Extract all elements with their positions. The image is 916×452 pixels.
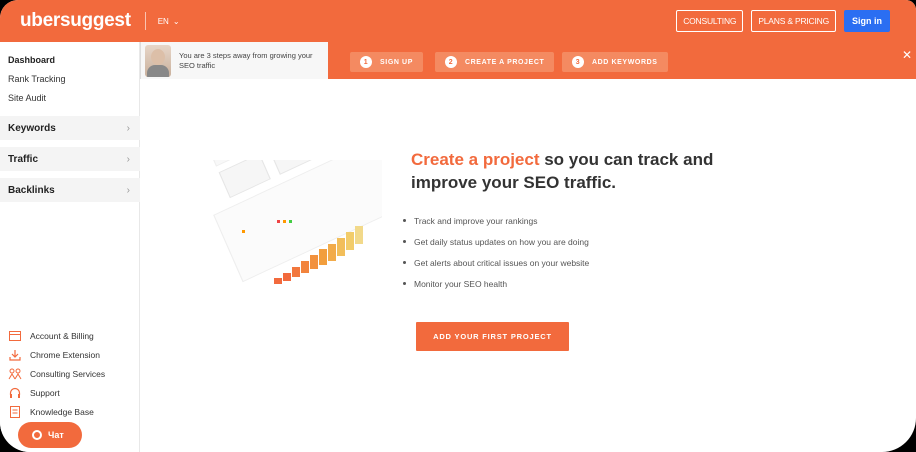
bullet-dot (403, 282, 406, 285)
step-add-keywords[interactable]: 3 ADD KEYWORDS (562, 52, 668, 72)
chevron-right-icon: › (126, 184, 130, 196)
list-item-text: Monitor your SEO health (414, 278, 508, 289)
sidebar-item-dashboard[interactable]: Dashboard (8, 55, 55, 65)
sidebar-item-site-audit[interactable]: Site Audit (8, 93, 46, 103)
sidebar-item-rank-tracking[interactable]: Rank Tracking (8, 74, 66, 84)
plans-pricing-button[interactable]: PLANS & PRICING (751, 10, 836, 32)
section-label: Keywords (8, 122, 56, 134)
sidebar-item-label: Consulting Services (30, 368, 106, 379)
sidebar-item-label: Chrome Extension (30, 349, 100, 360)
close-icon[interactable]: ✕ (902, 48, 912, 62)
chevron-down-icon: ⌄ (172, 16, 180, 26)
section-label: Traffic (8, 153, 39, 165)
sidebar-item-label: Knowledge Base (30, 406, 94, 417)
banner-text: You are 3 steps away from growing your S… (179, 50, 313, 70)
credit-card-icon (8, 330, 22, 342)
top-navbar: ubersuggest EN ⌄ CONSULTING PLANS & PRIC… (0, 0, 916, 42)
consulting-button[interactable]: CONSULTING (676, 10, 744, 32)
step-sign-up[interactable]: 1 SIGN UP (350, 52, 423, 72)
avatar (145, 44, 171, 77)
sidebar-section-traffic[interactable]: Traffic › (0, 147, 140, 171)
step-number: 2 (445, 56, 457, 68)
download-icon (8, 349, 22, 361)
chat-button[interactable]: Чат (18, 422, 82, 448)
people-icon (8, 368, 22, 380)
step-label: ADD KEYWORDS (592, 58, 658, 66)
list-item: Monitor your SEO health (403, 273, 589, 294)
onboarding-banner: You are 3 steps away from growing your S… (140, 42, 916, 79)
bullet-dot (403, 219, 406, 222)
sidebar-item-label: Support (30, 387, 60, 398)
chevron-right-icon: › (126, 122, 130, 134)
bullet-dot (403, 240, 406, 243)
sidebar-section-keywords[interactable]: Keywords › (0, 116, 140, 140)
language-selector[interactable]: EN ⌄ (158, 17, 180, 26)
list-item-text: Get daily status updates on how you are … (414, 236, 589, 247)
logo[interactable]: ubersuggest (20, 10, 131, 32)
list-item: Track and improve your rankings (403, 210, 589, 231)
step-number: 3 (572, 56, 584, 68)
list-item-text: Get alerts about critical issues on your… (414, 257, 590, 268)
sidebar-item-label: Account & Billing (30, 330, 94, 341)
language-label: EN (157, 16, 169, 26)
step-create-project[interactable]: 2 CREATE A PROJECT (435, 52, 555, 72)
list-item-text: Track and improve your rankings (414, 215, 538, 226)
sidebar-bottom-links: Account & Billing Chrome Extension Consu… (8, 326, 105, 421)
app-window: ubersuggest EN ⌄ CONSULTING PLANS & PRIC… (0, 0, 916, 452)
sidebar-item-knowledge-base[interactable]: Knowledge Base (8, 402, 105, 421)
sidebar-item-consulting-services[interactable]: Consulting Services (8, 364, 105, 383)
chevron-right-icon: › (126, 153, 130, 165)
banner-message: You are 3 steps away from growing your S… (140, 42, 328, 79)
feature-list: Track and improve your rankings Get dail… (403, 210, 589, 294)
sidebar-item-account-billing[interactable]: Account & Billing (8, 326, 105, 345)
add-first-project-button[interactable]: ADD YOUR FIRST PROJECT (416, 322, 569, 351)
sidebar: Dashboard Rank Tracking Site Audit Keywo… (0, 42, 140, 452)
sidebar-item-chrome-extension[interactable]: Chrome Extension (8, 345, 105, 364)
title-highlight: Create a project (411, 150, 540, 169)
document-icon (8, 405, 22, 418)
step-label: CREATE A PROJECT (465, 58, 545, 66)
chat-label: Чат (48, 430, 64, 440)
list-item: Get daily status updates on how you are … (403, 231, 589, 252)
step-number: 1 (360, 56, 372, 68)
chat-icon (32, 430, 42, 440)
sidebar-section-backlinks[interactable]: Backlinks › (0, 178, 140, 202)
bullet-dot (403, 261, 406, 264)
divider (144, 12, 146, 30)
sign-in-button[interactable]: Sign in (844, 10, 890, 32)
sidebar-item-support[interactable]: Support (8, 383, 105, 402)
step-label: SIGN UP (380, 58, 413, 66)
headset-icon (8, 387, 22, 399)
page-title: Create a project so you can track and im… (411, 148, 771, 194)
section-label: Backlinks (8, 184, 55, 196)
dashboard-illustration (182, 106, 414, 310)
list-item: Get alerts about critical issues on your… (403, 252, 589, 273)
